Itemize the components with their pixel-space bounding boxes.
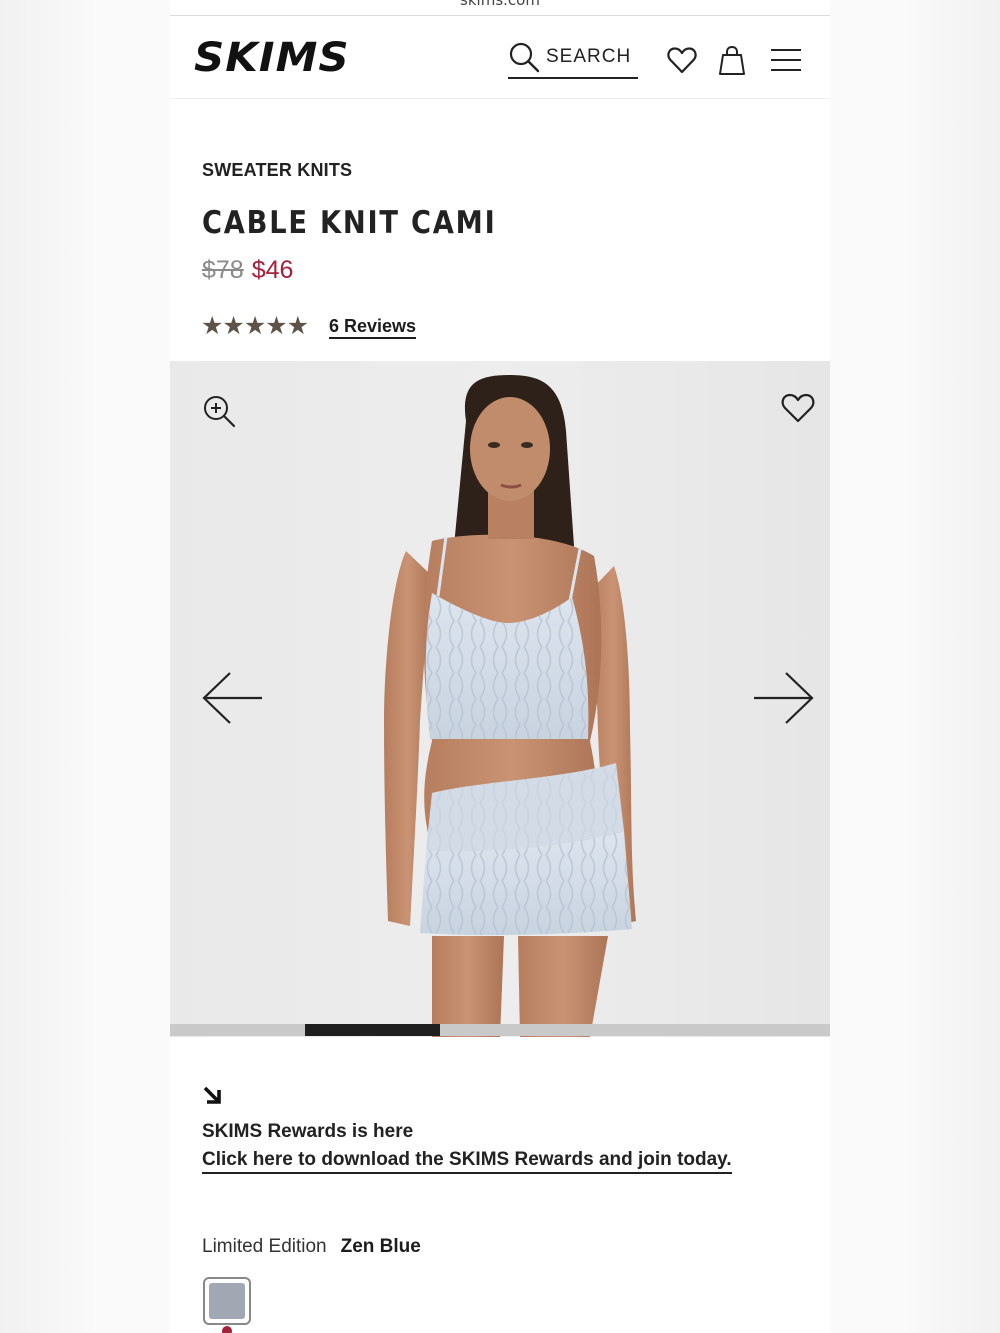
url-text: skims.com	[460, 0, 540, 9]
star-rating: ★★★★★	[201, 312, 309, 340]
original-price: $78	[202, 256, 244, 284]
gallery-progress-indicator	[305, 1024, 440, 1036]
sale-price: $46	[251, 256, 294, 284]
swatch-chip	[209, 1283, 245, 1319]
shopping-bag-icon[interactable]	[718, 45, 746, 77]
gallery-progress-bar	[170, 1024, 830, 1036]
arrow-down-right-icon	[203, 1086, 221, 1104]
zoom-in-icon[interactable]	[202, 394, 236, 428]
search-icon	[509, 42, 540, 73]
next-arrow-icon[interactable]	[752, 671, 814, 725]
favorite-heart-icon[interactable]	[781, 392, 815, 424]
wishlist-heart-icon[interactable]	[667, 46, 697, 74]
color-name: Zen Blue	[340, 1236, 421, 1257]
color-swatch-zen-blue[interactable]	[203, 1277, 251, 1325]
product-page: skims.com SKIMS SEARCH SWEATER KNITS CAB…	[170, 0, 830, 1333]
product-photo	[170, 361, 830, 1037]
rewards-link[interactable]: Click here to download the SKIMS Rewards…	[202, 1149, 732, 1174]
search-button[interactable]: SEARCH	[508, 39, 638, 79]
browser-url-bar[interactable]: skims.com	[170, 0, 830, 16]
product-image-gallery[interactable]	[170, 361, 830, 1037]
selected-swatch-indicator	[222, 1326, 232, 1333]
price-block: $78 $46	[202, 256, 293, 285]
search-label: SEARCH	[546, 46, 632, 67]
site-header: SKIMS SEARCH	[170, 17, 830, 99]
rewards-title: SKIMS Rewards is here	[202, 1121, 414, 1142]
product-title: CABLE KNIT CAMI	[202, 205, 497, 241]
reviews-link[interactable]: 6 Reviews	[329, 316, 417, 339]
menu-icon[interactable]	[770, 48, 802, 72]
previous-arrow-icon[interactable]	[202, 671, 264, 725]
product-category[interactable]: SWEATER KNITS	[202, 160, 352, 181]
skims-logo[interactable]: SKIMS	[194, 35, 350, 81]
edition-label: Limited Edition	[202, 1236, 327, 1257]
color-selection-label: Limited Edition Zen Blue	[202, 1236, 421, 1258]
